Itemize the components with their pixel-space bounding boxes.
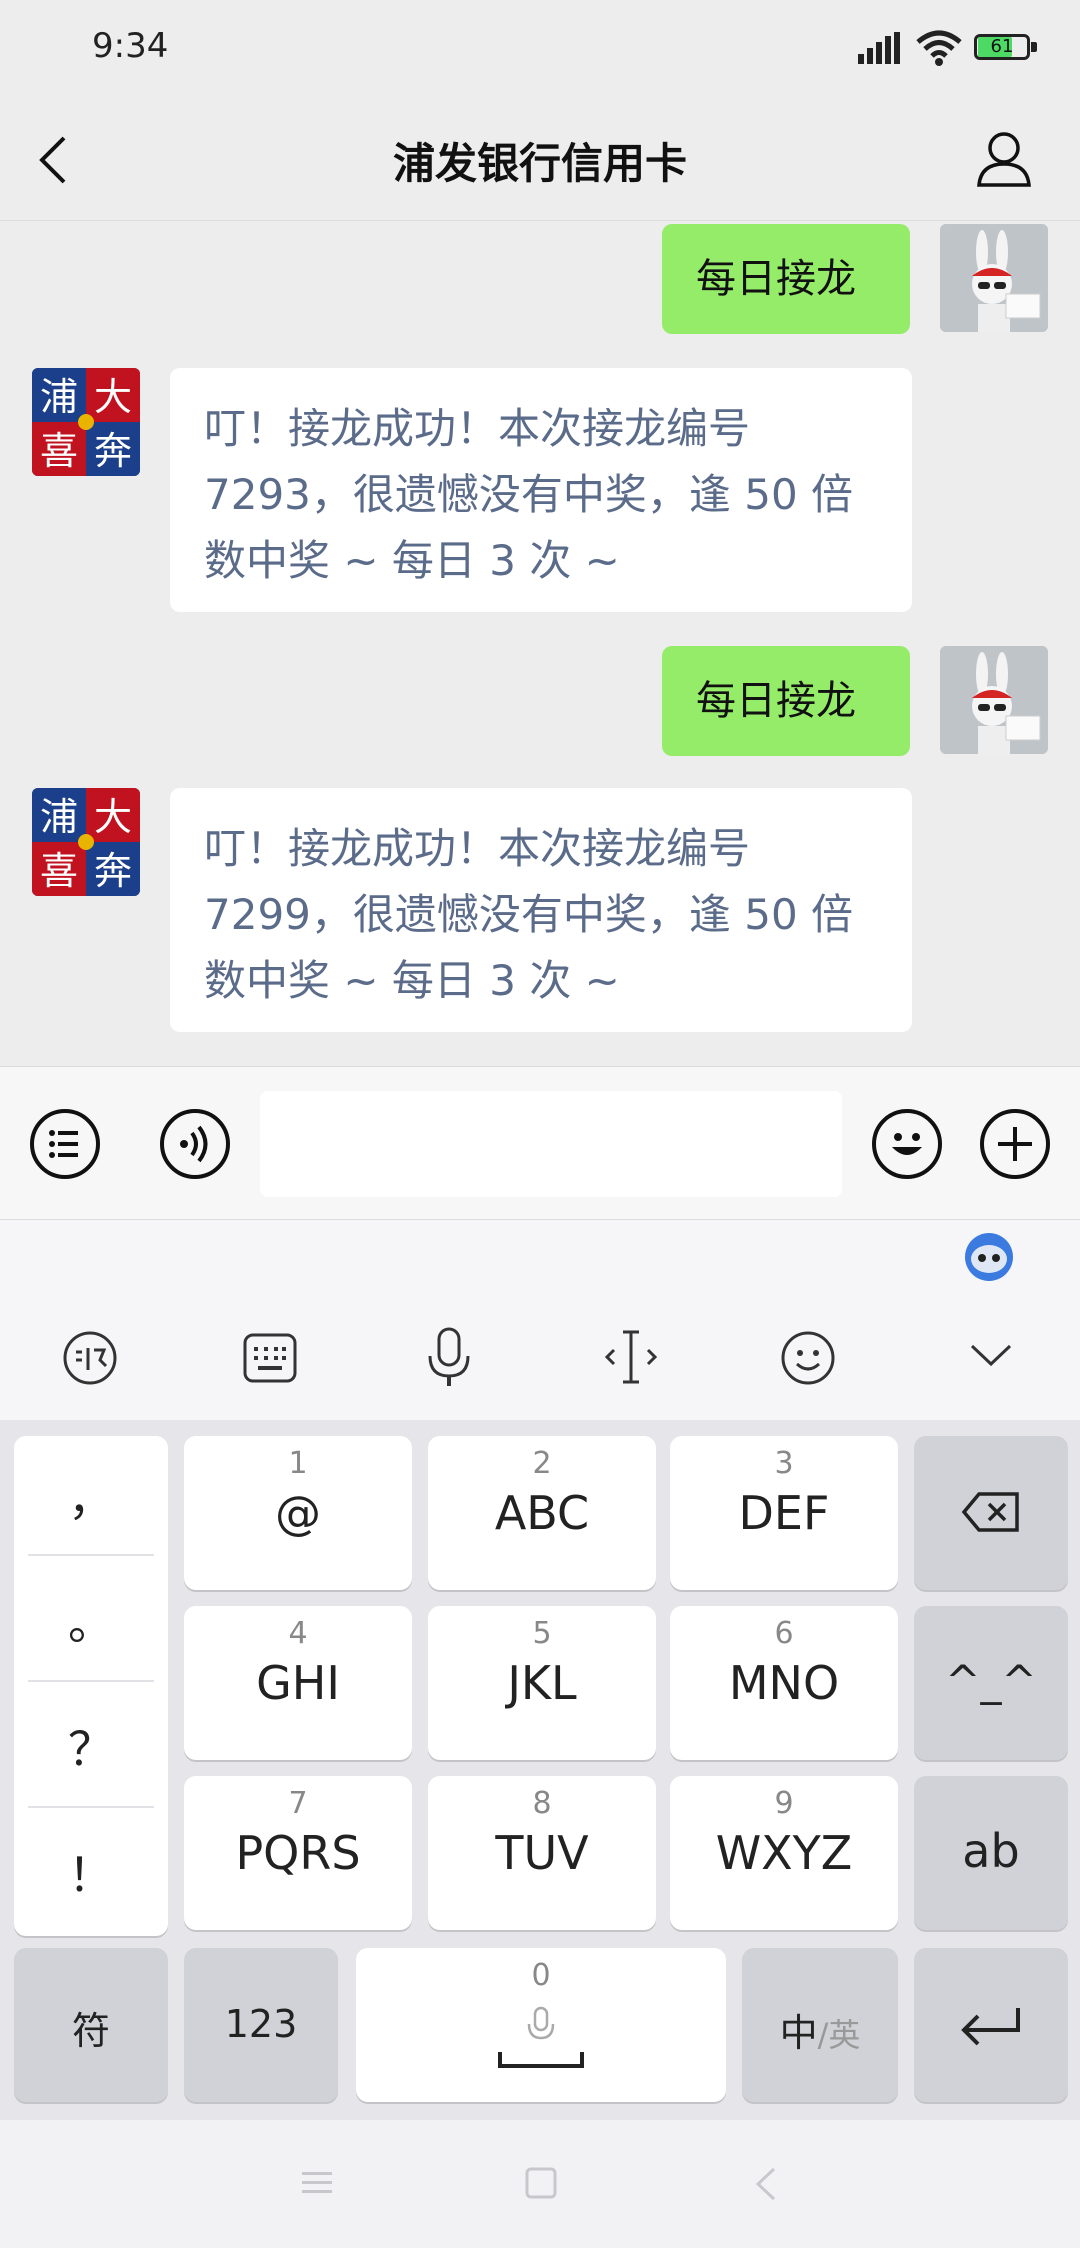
message-line: 数中奖 ~ 每日 3 次 ~ [204,536,620,585]
numeric-key[interactable]: 123 [184,1948,338,2102]
battery-level: 61 [990,36,1014,57]
keyboard-icon[interactable] [242,1332,298,1384]
key-6[interactable]: 6 MNO [670,1606,898,1760]
battery-icon: 61 [974,31,1038,63]
key-2[interactable]: 2 ABC [428,1436,656,1590]
key-4[interactable]: 4 GHI [184,1606,412,1760]
system-nav-bar [0,2120,1080,2248]
enter-key[interactable] [914,1948,1068,2102]
message-line: 7293，很遗憾没有中奖，逢 50 倍 [204,470,854,519]
language-key-label: 中/英 [742,2002,898,2057]
space-mic-icon [527,2006,555,2040]
message-text: 每日接龙 [696,256,856,302]
status-time: 9:34 [92,26,169,66]
emoticon-key[interactable]: ^_^ [914,1606,1068,1760]
symbol-key-label: 符 [71,2009,110,2053]
space-key[interactable]: 0 [356,1948,726,2102]
svg-text:大: 大 [94,375,132,419]
home-icon[interactable] [524,2166,558,2200]
key-9[interactable]: 9 WXYZ [670,1776,898,1930]
collapse-icon[interactable] [968,1340,1014,1370]
svg-text:浦: 浦 [40,375,78,419]
status-bar: 9:34 61 [0,0,1080,100]
rabbit-avatar-icon [940,224,1048,332]
svg-text:喜: 喜 [40,849,78,893]
ab-key[interactable]: ab [914,1776,1068,1930]
avatar[interactable]: 浦 大 喜 奔 [32,788,140,896]
voice-icon[interactable] [160,1109,230,1179]
svg-text:大: 大 [94,795,132,839]
message-incoming[interactable]: 叮！接龙成功！本次接龙编号 7293，很遗憾没有中奖，逢 50 倍 数中奖 ~ … [170,368,912,612]
wifi-icon [916,30,962,66]
message-input[interactable] [260,1091,842,1197]
lang-main: 中 [779,2011,818,2055]
mic-icon[interactable] [424,1326,474,1388]
key-1[interactable]: 1 @ [184,1436,412,1590]
message-line: 叮！接龙成功！本次接龙编号 [204,824,751,873]
emoticon-key-label: ^_^ [945,1656,1037,1705]
menu-icon[interactable] [300,2168,334,2198]
message-incoming[interactable]: 叮！接龙成功！本次接龙编号 7299，很遗憾没有中奖，逢 50 倍 数中奖 ~ … [170,788,912,1032]
keyboard: ， 。 ？ ！ 1 @ 2 ABC 3 DEF 4 GHI 5 JKL 6 MNO ^_^ … [0,1420,1080,2120]
assistant-icon[interactable] [964,1232,1014,1282]
punct-key-period[interactable]: 。 [14,1570,168,1676]
message-line: 7299，很遗憾没有中奖，逢 50 倍 [204,890,854,939]
message-outgoing[interactable]: 每日接龙 [662,646,910,756]
input-bar [0,1066,1080,1220]
punct-key-exclaim[interactable]: ！ [14,1822,168,1928]
numeric-key-label: 123 [224,2002,298,2046]
language-key[interactable]: 中/英 [742,1948,898,2102]
punct-key-question[interactable]: ？ [14,1696,168,1802]
chat-header: 浦发银行信用卡 [0,100,1080,221]
person-icon[interactable] [976,130,1032,188]
avatar[interactable] [940,646,1048,754]
message-line: 数中奖 ~ 每日 3 次 ~ [204,956,620,1005]
signal-icon [858,32,900,64]
spdb-avatar-icon: 浦 大 喜 奔 [32,368,140,476]
handwriting-icon[interactable] [62,1330,118,1386]
key-3[interactable]: 3 DEF [670,1436,898,1590]
delete-icon [961,1492,1019,1532]
delete-key[interactable] [914,1436,1068,1590]
svg-text:喜: 喜 [40,429,78,473]
plus-icon[interactable] [980,1109,1050,1179]
ab-key-label: ab [962,1824,1020,1878]
rabbit-avatar-icon [940,646,1048,754]
svg-text:浦: 浦 [40,795,78,839]
punctuation-column: ， 。 ？ ！ [14,1436,168,1936]
lang-alt: /英 [817,2016,861,2054]
punct-key-comma[interactable]: ， [14,1446,168,1552]
back-nav-icon[interactable] [752,2166,780,2202]
message-text: 每日接龙 [696,678,856,724]
key-8[interactable]: 8 TUV [428,1776,656,1930]
enter-icon [961,2008,1020,2046]
keyboard-toolbar [0,1220,1080,1420]
key-5[interactable]: 5 JKL [428,1606,656,1760]
emoji-icon[interactable] [872,1109,942,1179]
spdb-avatar-icon: 浦 大 喜 奔 [32,788,140,896]
chat-title: 浦发银行信用卡 [392,139,687,188]
key-7[interactable]: 7 PQRS [184,1776,412,1930]
cursor-icon[interactable] [604,1328,658,1386]
space-bar-icon [498,2052,584,2068]
avatar[interactable] [940,224,1048,332]
smiley-icon[interactable] [780,1330,836,1386]
avatar[interactable]: 浦 大 喜 奔 [32,368,140,476]
list-icon[interactable] [30,1109,100,1179]
message-line: 叮！接龙成功！本次接龙编号 [204,404,751,453]
svg-text:奔: 奔 [94,429,132,473]
symbol-key[interactable]: 符 [14,1948,168,2102]
message-outgoing[interactable]: 每日接龙 [662,224,910,334]
svg-text:奔: 奔 [94,849,132,893]
